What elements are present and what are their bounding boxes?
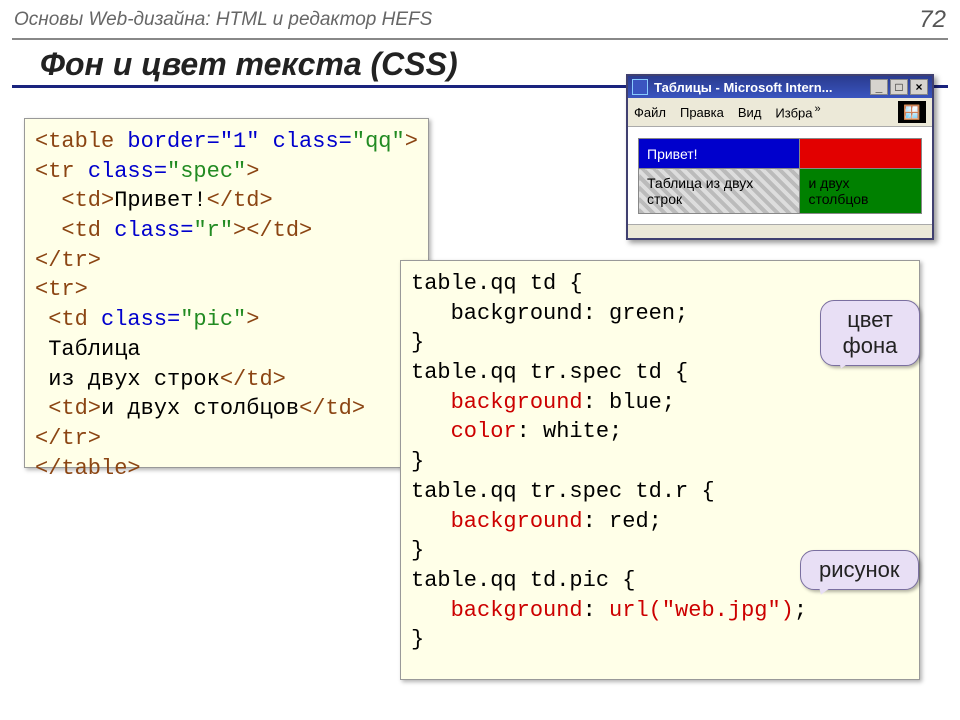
cell-red xyxy=(800,139,922,169)
maximize-button[interactable]: □ xyxy=(890,79,908,95)
breadcrumb: Основы Web-дизайна: HTML и редактор HEFS xyxy=(14,9,432,31)
html-code-block: <table border="1" class="qq"> <tr class=… xyxy=(24,118,429,468)
menu-view[interactable]: Вид xyxy=(738,105,762,120)
menu-edit[interactable]: Правка xyxy=(680,105,724,120)
slide-header: Основы Web-дизайна: HTML и редактор HEFS… xyxy=(0,0,960,36)
divider-thin xyxy=(12,38,948,40)
browser-statusbar xyxy=(628,224,932,238)
close-button[interactable]: × xyxy=(910,79,928,95)
cell-hello: Привет! xyxy=(639,139,800,169)
menu-favorites[interactable]: Избра xyxy=(775,106,812,121)
table-row: Таблица из двух строк и двух столбцов xyxy=(639,169,922,214)
browser-viewport: Привет! Таблица из двух строк и двух сто… xyxy=(628,127,932,224)
browser-titlebar: Таблицы - Microsoft Intern... _ □ × xyxy=(628,76,932,98)
windows-logo-icon: 🪟 xyxy=(898,101,926,123)
cell-green: и двух столбцов xyxy=(800,169,922,214)
ie-icon xyxy=(632,79,648,95)
minimize-button[interactable]: _ xyxy=(870,79,888,95)
chevron-right-icon[interactable]: » xyxy=(815,103,821,115)
demo-table: Привет! Таблица из двух строк и двух сто… xyxy=(638,138,922,214)
browser-window: Таблицы - Microsoft Intern... _ □ × Файл… xyxy=(626,74,934,240)
cell-pic: Таблица из двух строк xyxy=(639,169,800,214)
page-number: 72 xyxy=(919,6,946,34)
table-row: Привет! xyxy=(639,139,922,169)
callout-bg-color: цвет фона xyxy=(820,300,920,366)
menu-file[interactable]: Файл xyxy=(634,105,666,120)
browser-menubar: Файл Правка Вид Избра» 🪟 xyxy=(628,98,932,127)
window-title: Таблицы - Microsoft Intern... xyxy=(654,80,868,95)
